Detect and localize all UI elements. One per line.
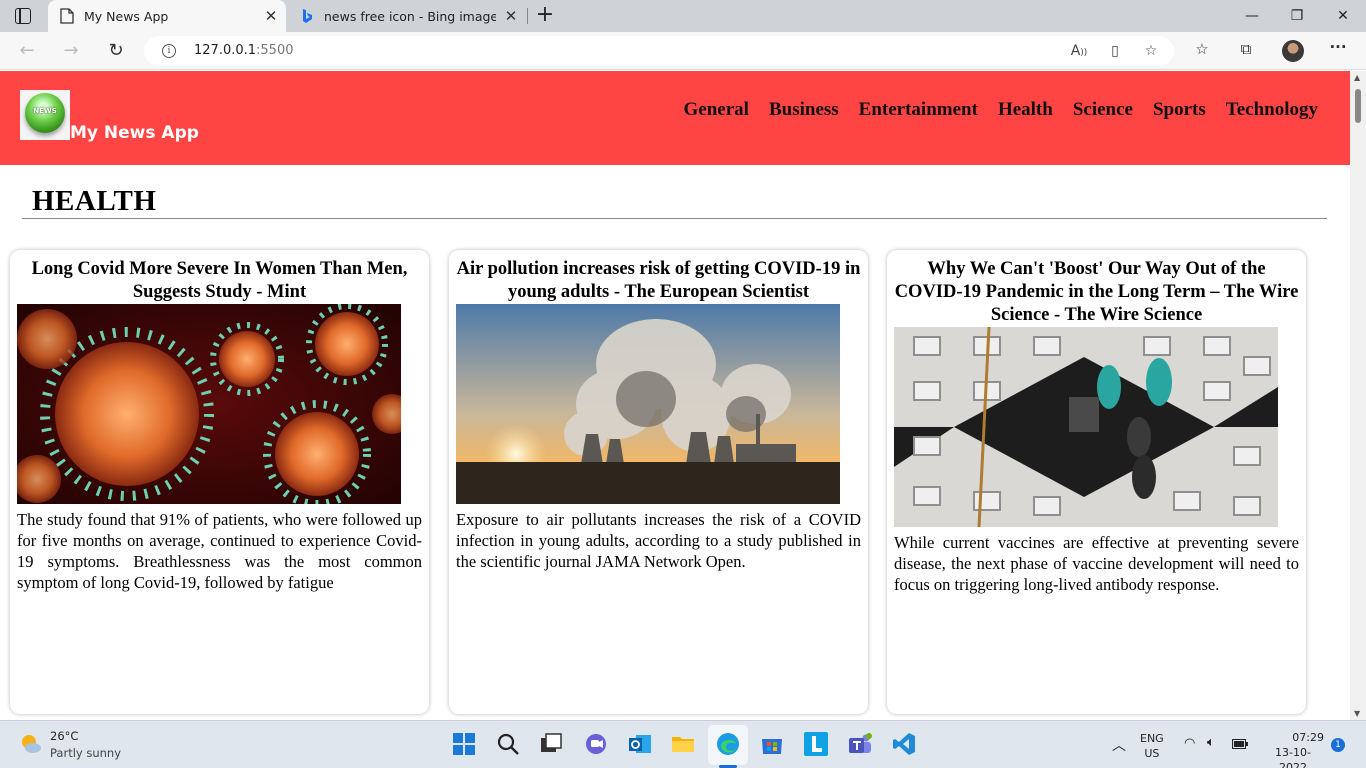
scroll-up-icon[interactable]: ▲ [1354,73,1360,82]
reload-button[interactable]: ↻ [103,39,129,63]
collections-icon[interactable]: ⧉ [1234,40,1258,58]
site-logo[interactable]: NEWS [20,90,70,140]
url-port: :5500 [256,43,294,58]
nav-general[interactable]: General [684,99,749,121]
add-favorite-icon[interactable]: ☆ [1140,43,1162,59]
language-region: US [1144,747,1160,760]
immersive-reader-icon[interactable]: ▯ [1104,43,1126,59]
page-icon [60,8,74,24]
article-description: Exposure to air pollutants increases the… [456,510,861,571]
news-logo-icon: NEWS [25,93,65,133]
nav-science[interactable]: Science [1073,99,1133,121]
tab-actions-icon[interactable] [15,8,31,24]
url-host: 127.0.0.1 [194,43,257,58]
nav-technology[interactable]: Technology [1226,99,1318,121]
page-viewport: NEWS My News App General Business Entert… [0,71,1350,720]
browser-toolbar: ← → ↻ i 127.0.0.1:5500 A)) ▯ ☆ ☆ ⧉ ··· [0,32,1366,70]
tab-title: news free icon - Bing images [324,8,496,24]
language-code: ENG [1140,732,1164,745]
close-tab-icon[interactable]: ✕ [496,7,526,25]
store-icon[interactable] [759,731,785,757]
outlook-icon[interactable] [627,731,653,757]
logo-text: NEWS [33,107,57,115]
forward-button[interactable]: → [58,39,84,63]
windows-taskbar: 26°C Partly sunny ︿ ENG US ◠ 🔈︎ 07:29 13… [0,720,1366,768]
search-icon[interactable] [495,731,521,757]
chat-icon[interactable] [583,731,609,757]
article-description: While current vaccines are effective at … [894,533,1299,594]
volume-icon[interactable]: 🔈︎ [1207,735,1215,750]
file-explorer-icon[interactable] [670,731,696,757]
battery-icon[interactable] [1232,739,1248,749]
page-scrollbar[interactable]: ▲ ▼ [1350,71,1366,720]
clock-date: 13-10-2022 [1275,746,1311,768]
teams-icon[interactable] [847,731,873,757]
system-clock[interactable]: 07:29 13-10-2022 [1262,730,1324,768]
tab-strip: My News App ✕ news free icon - Bing imag… [0,0,1366,32]
back-button[interactable]: ← [14,39,40,63]
article-title[interactable]: Why We Can't 'Boost' Our Way Out of the … [894,258,1299,327]
site-header: NEWS My News App General Business Entert… [0,71,1350,165]
article-image-vaccination-center[interactable] [894,327,1278,527]
weather-description[interactable]: Partly sunny [50,746,121,760]
nav-health[interactable]: Health [998,99,1053,121]
language-indicator[interactable]: ENG US [1140,731,1164,761]
nav-entertainment[interactable]: Entertainment [859,99,978,121]
article-description: The study found that 91% of patients, wh… [17,510,422,592]
news-card[interactable]: Long Covid More Severe In Women Than Men… [10,250,429,714]
news-card[interactable]: Air pollution increases risk of getting … [449,250,868,714]
news-card[interactable]: Why We Can't 'Boost' Our Way Out of the … [887,250,1306,714]
minimize-button[interactable]: — [1229,0,1275,32]
article-title[interactable]: Long Covid More Severe In Women Than Men… [17,258,422,304]
close-tab-icon[interactable]: ✕ [256,7,286,25]
read-aloud-icon[interactable]: A)) [1068,43,1090,59]
profile-avatar[interactable] [1282,40,1304,62]
section-divider [22,218,1327,219]
tab-divider [527,8,528,24]
new-tab-button[interactable]: + [534,4,556,28]
show-hidden-icons-icon[interactable]: ︿ [1112,735,1126,755]
l-app-icon[interactable] [803,731,829,757]
weather-temperature[interactable]: 26°C [50,729,78,743]
article-title[interactable]: Air pollution increases risk of getting … [456,258,861,304]
clock-time: 07:29 [1292,731,1324,744]
scrollbar-thumb[interactable] [1355,89,1361,123]
category-nav: General Business Entertainment Health Sc… [684,99,1318,121]
section-title: HEALTH [32,185,157,217]
more-icon[interactable]: ··· [1326,38,1350,56]
partly-sunny-icon[interactable] [20,733,42,755]
close-window-button[interactable]: ✕ [1320,0,1366,32]
tab-title: My News App [84,8,169,24]
nav-sports[interactable]: Sports [1153,99,1206,121]
notification-badge[interactable]: 1 [1331,738,1345,752]
article-image-coronavirus[interactable] [17,304,401,504]
tab-bing-images[interactable]: news free icon - Bing images ✕ [288,0,526,32]
tab-my-news-app[interactable]: My News App ✕ [48,0,286,32]
address-url: 127.0.0.1:5500 [194,43,294,58]
task-view-icon[interactable] [538,731,564,757]
favorites-icon[interactable]: ☆ [1190,40,1214,58]
wifi-icon[interactable]: ◠ [1184,736,1195,751]
address-bar[interactable]: i 127.0.0.1:5500 A)) ▯ ☆ [144,36,1174,66]
brand-name[interactable]: My News App [70,123,199,143]
article-image-power-plant[interactable] [456,304,840,504]
bing-icon [303,9,312,23]
restore-button[interactable]: ❐ [1274,0,1320,32]
scroll-down-icon[interactable]: ▼ [1354,709,1360,718]
vscode-icon[interactable] [891,731,917,757]
site-info-icon[interactable]: i [162,44,176,58]
windows-start-icon[interactable] [451,731,477,757]
edge-icon[interactable] [715,731,741,757]
nav-business[interactable]: Business [769,99,839,121]
